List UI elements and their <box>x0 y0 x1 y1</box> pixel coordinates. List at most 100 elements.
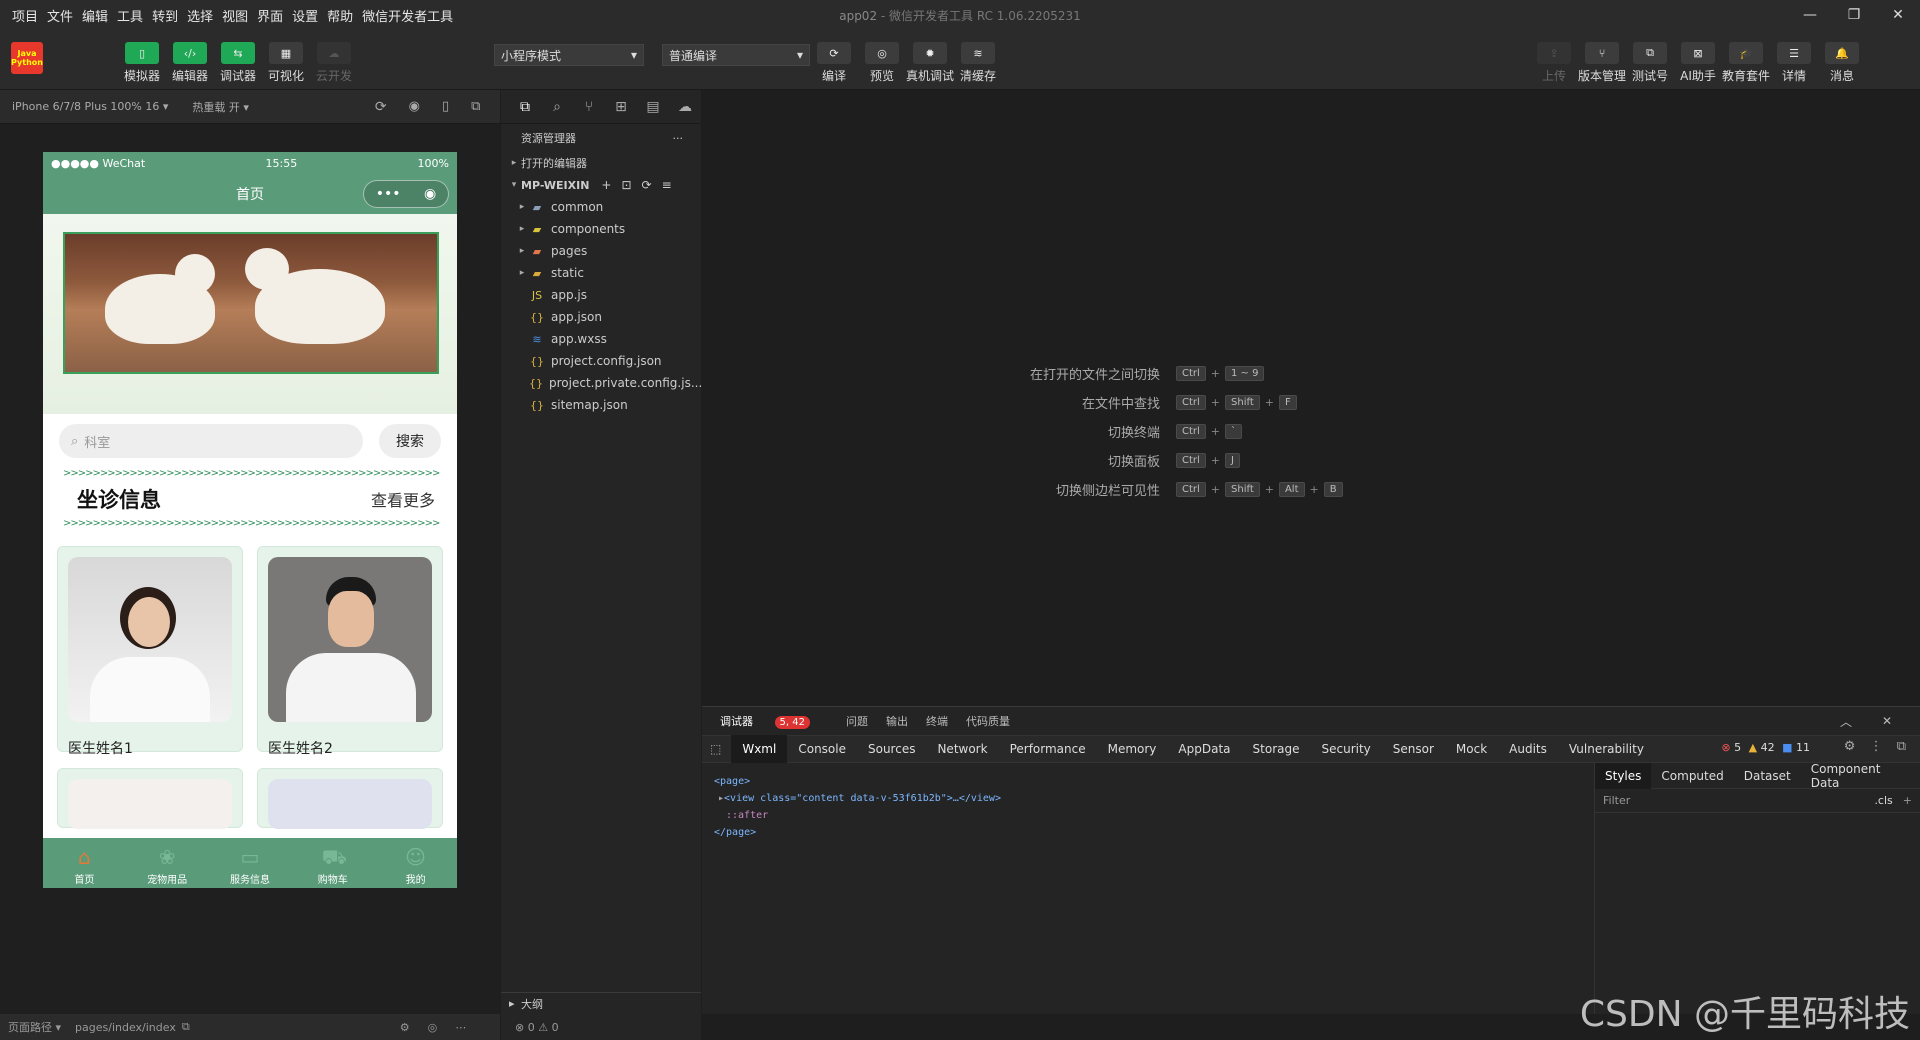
devtools-tab[interactable]: Sources <box>857 735 926 763</box>
toolbar-button[interactable]: ≋ 清缓存 <box>954 42 1002 84</box>
tree-item[interactable]: JS app.js <box>501 284 701 306</box>
toolbar-button[interactable]: ⧉ 测试号 <box>1626 42 1674 84</box>
toolbar-button[interactable]: ⇪ 上传 <box>1530 42 1578 84</box>
styles-tab[interactable]: Computed <box>1651 763 1733 789</box>
kebab-icon[interactable]: ⋮ <box>1870 739 1883 754</box>
tree-item[interactable]: {} project.config.json <box>501 350 701 372</box>
styles-tab[interactable]: Dataset <box>1734 763 1801 789</box>
tab-mine[interactable]: ☺ 我的 <box>381 846 451 886</box>
problems-status[interactable]: ⊗ 0 ⚠ 0 <box>501 1014 701 1040</box>
tab-services[interactable]: ▭ 服务信息 <box>215 846 285 886</box>
devtools-tab[interactable]: Memory <box>1097 735 1168 763</box>
devtools-tab[interactable]: Console <box>787 735 857 763</box>
wxml-pseudo[interactable]: ::after <box>714 807 1001 824</box>
phone-outline-icon[interactable]: ▯ <box>442 99 449 114</box>
menu-item[interactable]: 视图 <box>222 6 248 25</box>
devtools-tab[interactable]: Performance <box>999 735 1097 763</box>
styles-tab[interactable]: Component Data <box>1801 762 1920 790</box>
devtools-tab[interactable]: Security <box>1310 735 1381 763</box>
source-control-icon[interactable]: ⑂ <box>573 99 605 115</box>
devtools-tab[interactable]: Mock <box>1445 735 1498 763</box>
close-mini-icon[interactable]: ◉ <box>424 186 436 202</box>
menu-item[interactable]: 设置 <box>292 6 318 25</box>
search-button[interactable]: 搜索 <box>379 424 441 458</box>
tree-item[interactable]: ≋ app.wxss <box>501 328 701 350</box>
minimize-button[interactable]: — <box>1788 0 1832 30</box>
tree-item[interactable]: {} app.json <box>501 306 701 328</box>
doctor-card[interactable]: 医生姓名1 <box>57 546 243 757</box>
menu-item[interactable]: 选择 <box>187 6 213 25</box>
tab-cart[interactable]: ⛟ 购物车 <box>298 846 368 886</box>
dock-icon[interactable]: ⧉ <box>1897 739 1906 754</box>
toolbar-button[interactable]: ▯ 模拟器 <box>118 42 166 84</box>
tab-pet-supplies[interactable]: ❀ 宠物用品 <box>132 846 202 886</box>
more-icon[interactable]: ••• <box>376 186 401 202</box>
doctor-card[interactable] <box>257 768 443 829</box>
banner-image[interactable] <box>63 232 439 374</box>
cls-toggle[interactable]: .cls <box>1874 794 1892 807</box>
close-panel-icon[interactable]: ✕ <box>1882 714 1892 728</box>
toolbar-button[interactable]: ▦ 可视化 <box>262 42 310 84</box>
outline-section[interactable]: ▸ 大纲 <box>501 992 701 1014</box>
issue-counters[interactable]: ⊗ 5 ▲ 42 ■ 11 <box>1721 741 1810 754</box>
extensions-icon[interactable]: ⊞ <box>605 99 637 115</box>
tree-item[interactable]: {} sitemap.json <box>501 394 701 416</box>
styles-tab[interactable]: Styles <box>1595 762 1652 789</box>
devtools-tab[interactable]: Network <box>926 735 998 763</box>
tree-item[interactable]: ▸ ▰ common <box>501 196 701 218</box>
explorer-more-icon[interactable]: ··· <box>673 132 684 145</box>
wxml-node[interactable]: ▸<view class="content data-v-53f61b2b">…… <box>714 790 1001 807</box>
menu-item[interactable]: 帮助 <box>327 6 353 25</box>
page-path-label[interactable]: 页面路径 ▾ <box>8 1019 61 1035</box>
tree-item[interactable]: ▸ ▰ components <box>501 218 701 240</box>
tree-item[interactable]: ▸ ▰ pages <box>501 240 701 262</box>
eye-icon[interactable]: ◎ <box>428 1021 438 1034</box>
collapse-icon[interactable]: ≡ <box>662 178 672 192</box>
menu-item[interactable]: 项目 <box>12 6 38 25</box>
tree-item[interactable]: ▸ ▰ static <box>501 262 701 284</box>
devtools-tab[interactable]: Sensor <box>1382 735 1445 763</box>
toolbar-button[interactable]: ☰ 详情 <box>1770 42 1818 84</box>
compile-select[interactable]: 普通编译 ▾ <box>662 44 810 66</box>
toolbar-button[interactable]: ◎ 预览 <box>858 42 906 84</box>
open-editors-section[interactable]: ▸ 打开的编辑器 <box>501 152 701 174</box>
devtools-tab[interactable]: AppData <box>1167 735 1241 763</box>
doctor-card[interactable] <box>57 768 243 829</box>
devtools-tab[interactable]: Audits <box>1498 735 1558 763</box>
tab-home[interactable]: ⌂ 首页 <box>49 846 119 886</box>
project-root[interactable]: ▾ MP-WEIXIN + ⊡ ⟳ ≡ <box>501 174 701 196</box>
doctor-card[interactable]: 医生姓名2 <box>257 546 443 757</box>
scene-icon[interactable]: ⚙ <box>400 1021 410 1034</box>
menu-item[interactable]: 文件 <box>47 6 73 25</box>
menu-item[interactable]: 微信开发者工具 <box>362 6 453 25</box>
files-icon[interactable]: ⧉ <box>509 99 541 115</box>
toolbar-button[interactable]: ⇆ 调试器 <box>214 42 262 84</box>
menu-item[interactable]: 界面 <box>257 6 283 25</box>
wxml-node[interactable]: <page> <box>714 773 1001 790</box>
device-select[interactable]: iPhone 6/7/8 Plus 100% 16 ▾ <box>12 100 168 113</box>
popout-icon[interactable]: ⧉ <box>471 99 480 114</box>
add-style-icon[interactable]: + <box>1903 794 1912 807</box>
settings-icon[interactable]: ⚙ <box>1844 739 1856 754</box>
tab-terminal[interactable]: 终端 <box>926 713 948 729</box>
hot-reload-toggle[interactable]: 热重载 开 ▾ <box>192 99 249 115</box>
wxml-node[interactable]: </page> <box>714 824 1001 841</box>
restore-button[interactable]: ❐ <box>1832 0 1876 30</box>
toolbar-button[interactable]: ⊠ AI助手 <box>1674 42 1722 84</box>
rotate-icon[interactable]: ⟳ <box>375 99 387 115</box>
toolbar-button[interactable]: ☁ 云开发 <box>310 42 358 84</box>
tab-code-quality[interactable]: 代码质量 <box>966 713 1010 729</box>
more-icon[interactable]: ⋯ <box>455 1021 466 1034</box>
new-folder-icon[interactable]: ⊡ <box>621 178 631 192</box>
tree-item[interactable]: {} project.private.config.js... <box>501 372 702 394</box>
storage-icon[interactable]: ▤ <box>637 99 669 115</box>
refresh-icon[interactable]: ⟳ <box>642 178 652 192</box>
devtools-tab[interactable]: Storage <box>1242 735 1311 763</box>
new-file-icon[interactable]: + <box>601 178 611 192</box>
toolbar-button[interactable]: ‹/› 编辑器 <box>166 42 214 84</box>
tab-problems[interactable]: 问题 <box>846 713 868 729</box>
inspect-icon[interactable]: ⬚ <box>710 742 721 756</box>
copy-icon[interactable]: ⧉ <box>182 1020 190 1034</box>
close-window-button[interactable]: ✕ <box>1876 0 1920 30</box>
filter-input[interactable]: Filter <box>1603 794 1630 807</box>
